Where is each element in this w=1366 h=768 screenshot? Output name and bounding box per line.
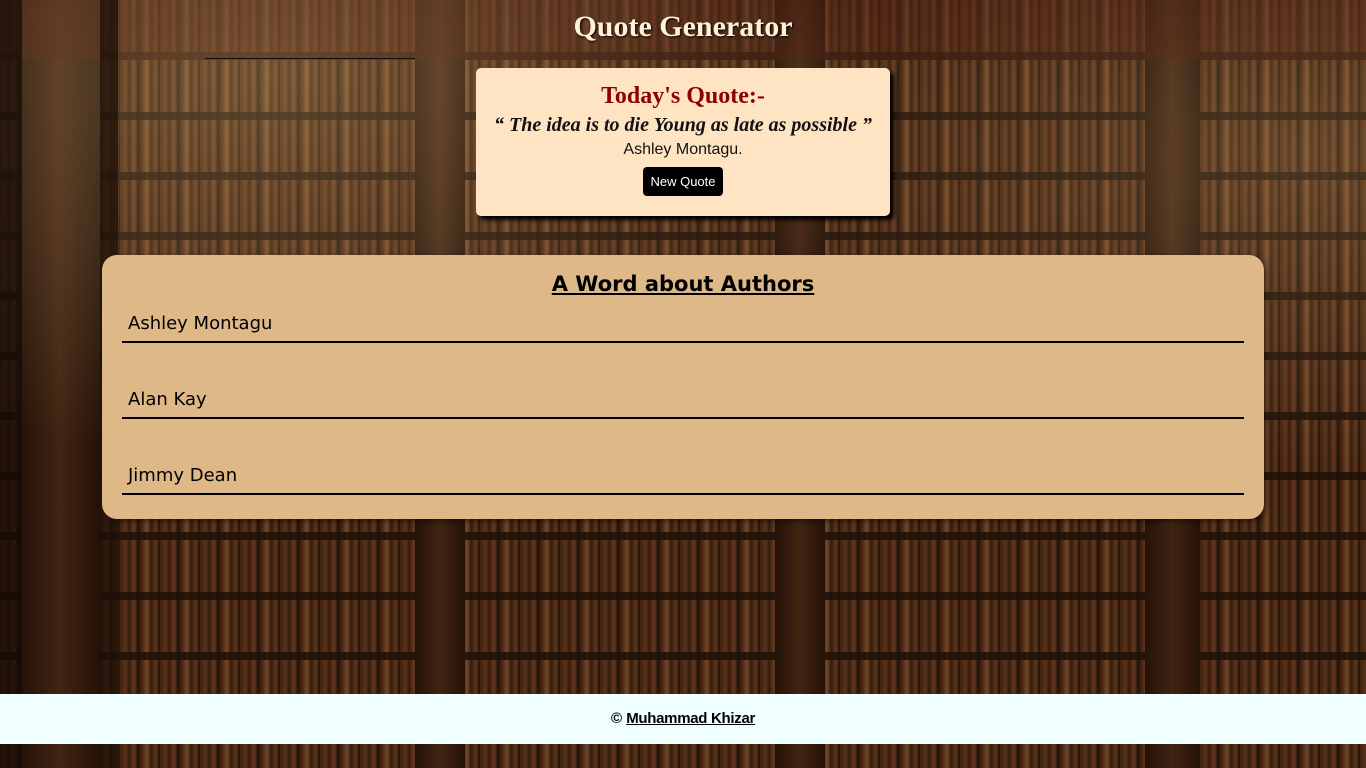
page-footer: © Muhammad Khizar xyxy=(0,694,1366,744)
authors-heading: A Word about Authors xyxy=(551,272,815,296)
background-decoration xyxy=(20,0,100,768)
quote-card: Today's Quote:- “ The idea is to die You… xyxy=(476,68,890,216)
copyright-symbol: © xyxy=(610,710,623,727)
header-divider xyxy=(205,58,415,59)
author-item-jimmy-dean[interactable]: Jimmy Dean xyxy=(122,465,1244,495)
new-quote-button[interactable]: New Quote xyxy=(643,167,723,196)
quote-author: Ashley Montagu. xyxy=(623,141,743,158)
author-link[interactable]: Muhammad Khizar xyxy=(626,710,755,727)
page-title: Quote Generator xyxy=(573,10,793,43)
page-header: Quote Generator xyxy=(0,10,1366,44)
author-item-alan-kay[interactable]: Alan Kay xyxy=(122,389,1244,419)
quote-heading: Today's Quote:- xyxy=(601,83,765,109)
author-item-ashley-montagu[interactable]: Ashley Montagu xyxy=(122,313,1244,343)
quote-text: “ The idea is to die Young as late as po… xyxy=(494,114,872,136)
authors-panel: A Word about Authors Ashley Montagu Alan… xyxy=(102,255,1264,519)
